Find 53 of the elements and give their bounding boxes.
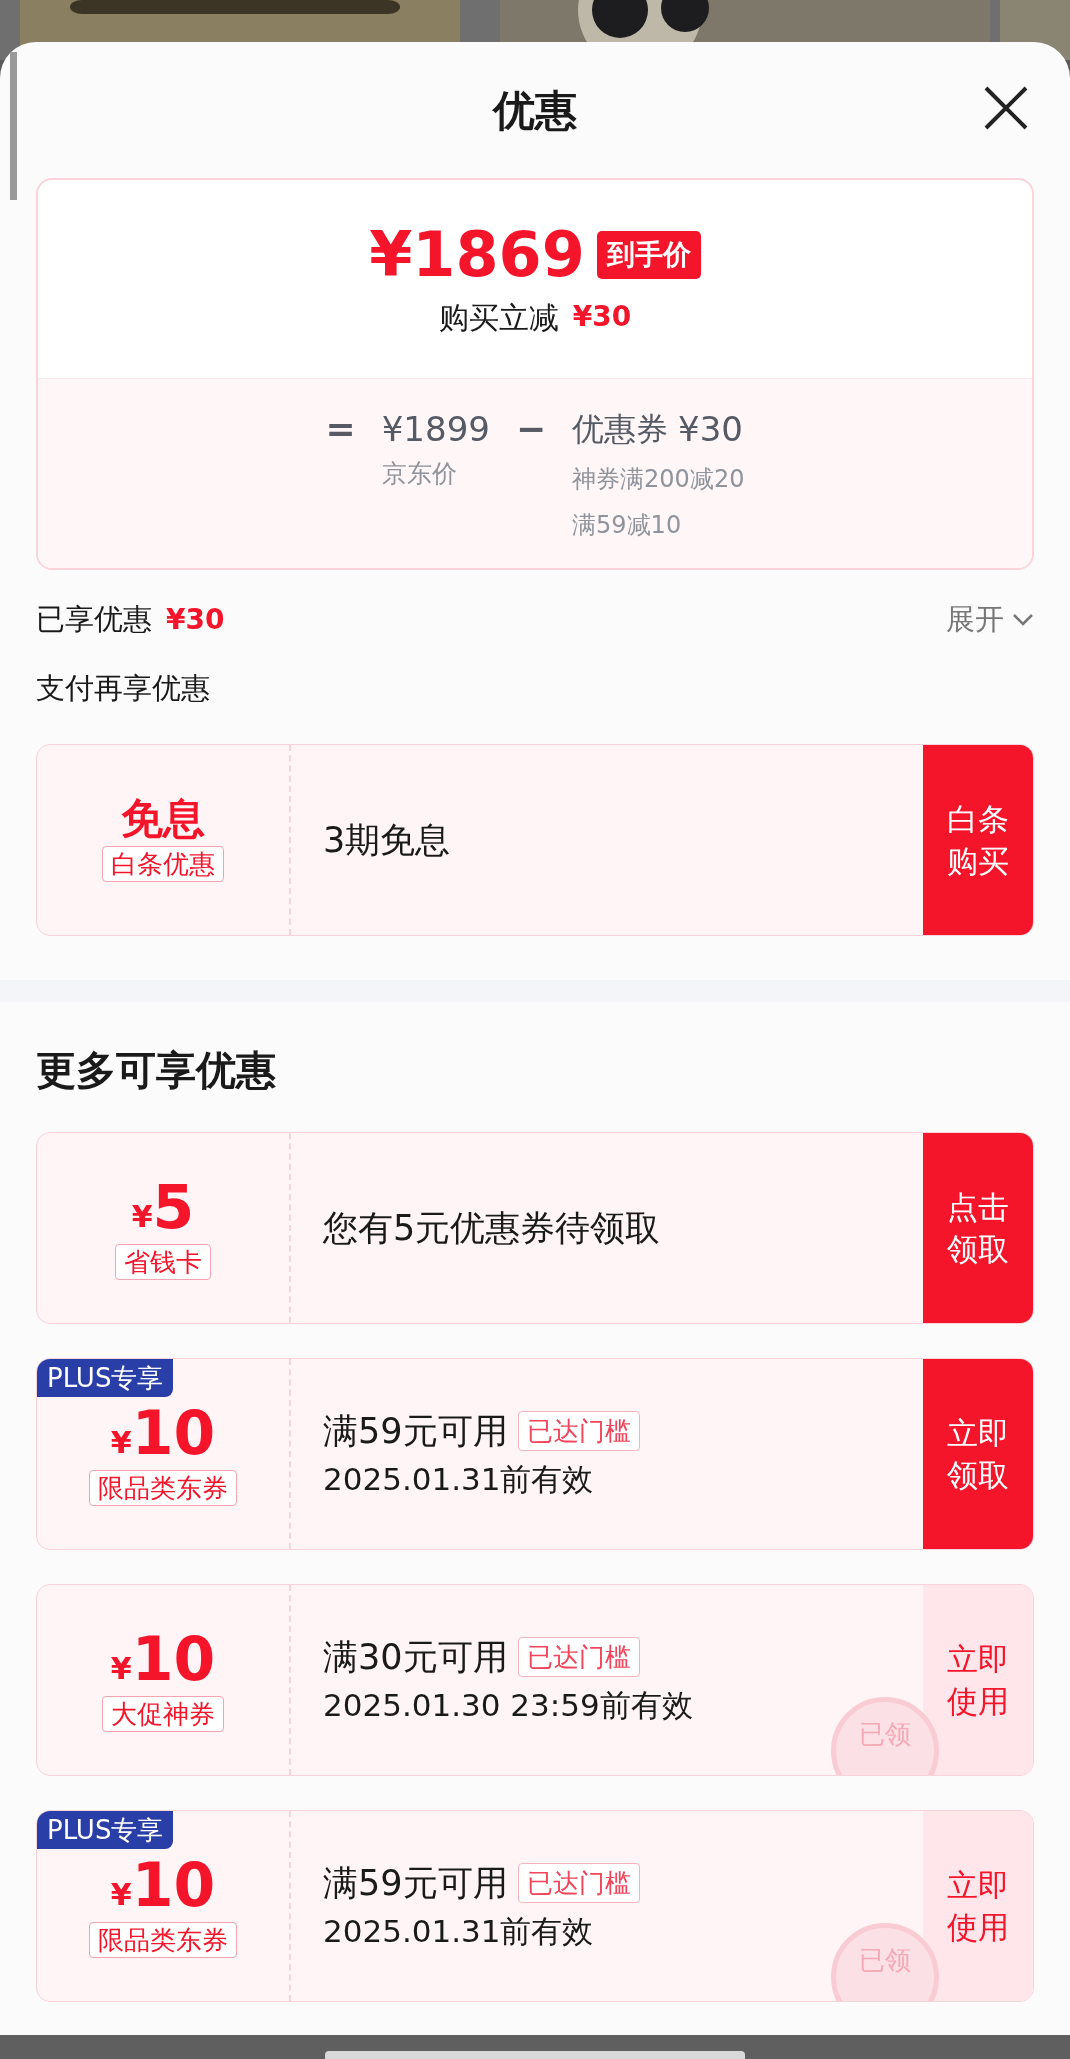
coupon-validity: 2025.01.31前有效 xyxy=(323,1460,595,1499)
claim-button[interactable]: 立即领取 xyxy=(923,1359,1033,1549)
claim-button[interactable]: 点击领取 xyxy=(923,1133,1033,1323)
enjoyed-amount: ¥30 xyxy=(166,602,225,638)
coupon-amount: 10 xyxy=(131,1402,216,1464)
enjoyed-label: 已享优惠 xyxy=(36,601,152,639)
use-button[interactable]: 立即使用 xyxy=(923,1585,1033,1775)
currency-sign: ¥ xyxy=(110,1880,132,1910)
coupon-validity: 2025.01.31前有效 xyxy=(323,1912,595,1951)
threshold-tag: 已达门槛 xyxy=(517,1637,640,1677)
final-price-tag: 到手价 xyxy=(596,230,701,279)
currency-sign: ¥ xyxy=(131,1202,153,1232)
jd-price-label: 京东价 xyxy=(381,458,458,490)
jd-price: ¥1899 xyxy=(381,408,490,451)
offer-text: 您有5元优惠券待领取 xyxy=(323,1206,662,1250)
plus-badge: PLUS专享 xyxy=(37,1811,174,1849)
chevron-down-icon xyxy=(1012,613,1034,627)
section-heading: 支付再享优惠 xyxy=(36,670,211,706)
coupon-condition: 满59元可用 xyxy=(323,1862,508,1905)
coupon-total: ¥30 xyxy=(678,408,743,451)
coupon-condition: 满30元可用 xyxy=(323,1636,508,1679)
close-icon xyxy=(982,84,1030,132)
coupon-tag: 省钱卡 xyxy=(115,1244,211,1280)
coupon-detail: 满59减10 xyxy=(572,510,683,541)
coupon-tag: 限品类东券 xyxy=(89,1922,237,1958)
coupon-amount: 10 xyxy=(131,1628,216,1690)
coupon-amount: 10 xyxy=(131,1854,216,1916)
sheet-title: 优惠 xyxy=(493,84,577,137)
saving-amount: ¥30 xyxy=(572,299,632,335)
final-price: ¥1869 xyxy=(369,218,585,291)
use-button[interactable]: 立即使用 xyxy=(923,1811,1033,2001)
coupon-amount: 5 xyxy=(152,1176,195,1238)
saving-label: 购买立减 xyxy=(438,298,559,337)
claim-button[interactable]: 白条购买 xyxy=(923,745,1033,935)
currency-sign: ¥ xyxy=(110,1654,132,1684)
coupon-tag: 白条优惠 xyxy=(102,846,224,882)
close-button[interactable] xyxy=(982,84,1030,132)
coupon-tag: 大促神券 xyxy=(102,1696,224,1732)
threshold-tag: 已达门槛 xyxy=(517,1411,640,1451)
section-heading: 更多可享优惠 xyxy=(36,1046,277,1095)
coupon-label: 优惠券 xyxy=(572,409,669,450)
coupon-tag: 限品类东券 xyxy=(89,1470,237,1506)
equals-sign: = xyxy=(325,407,356,451)
plus-badge: PLUS专享 xyxy=(37,1359,174,1397)
threshold-tag: 已达门槛 xyxy=(517,1863,640,1903)
minus-sign: − xyxy=(515,407,547,451)
coupon-detail: 神券满200减20 xyxy=(572,464,745,495)
coupon-condition: 满59元可用 xyxy=(323,1410,508,1453)
offer-text: 3期免息 xyxy=(323,818,452,862)
coupon-validity: 2025.01.30 23:59前有效 xyxy=(323,1686,694,1725)
offer-title: 免息 xyxy=(121,798,205,840)
expand-button[interactable]: 展开 xyxy=(946,598,1034,642)
currency-sign: ¥ xyxy=(110,1428,132,1458)
